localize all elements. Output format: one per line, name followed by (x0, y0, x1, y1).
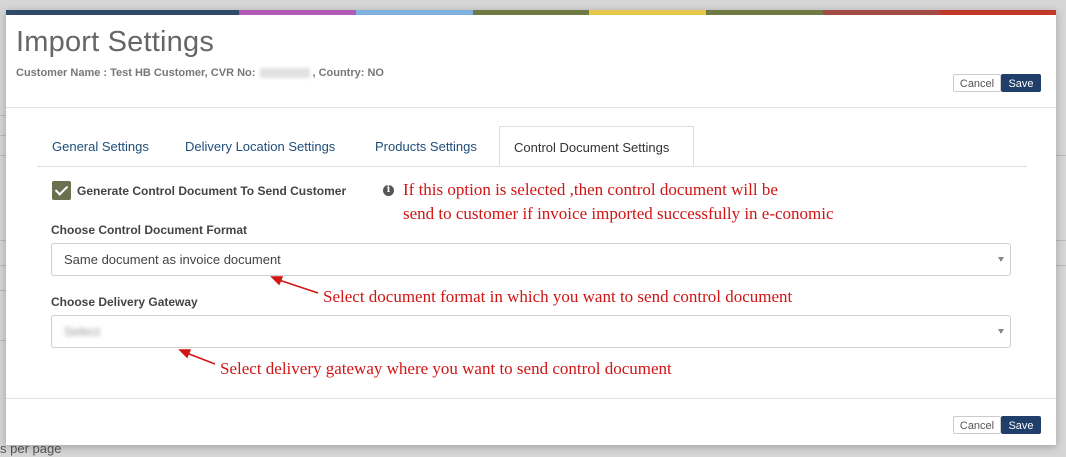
color-bar-segment (706, 10, 823, 15)
color-bar-segment (6, 10, 123, 15)
color-bar-segment (939, 10, 1057, 15)
tab-control-document-settings[interactable]: Control Document Settings (499, 126, 694, 166)
control-document-format-select[interactable]: Same document as invoice document (51, 243, 1011, 276)
settings-tabs: General Settings Delivery Location Setti… (37, 126, 1027, 167)
color-bar-segment (472, 10, 590, 15)
tab-delivery-location-settings[interactable]: Delivery Location Settings (185, 126, 335, 166)
annotation-checkbox-line2: send to customer if invoice imported suc… (403, 204, 834, 223)
save-button-bottom[interactable]: Save (1001, 416, 1041, 434)
gateway-selected-value: Select (64, 324, 101, 339)
header-divider (6, 107, 1056, 108)
delivery-gateway-select[interactable]: Select (51, 315, 1011, 348)
customer-prefix: Customer Name : Test HB Customer, CVR No… (16, 67, 256, 79)
customer-info: Customer Name : Test HB Customer, CVR No… (16, 67, 384, 79)
cvr-number-redacted (260, 68, 311, 79)
modal-title: Import Settings (16, 26, 215, 58)
color-bar-segment (822, 10, 940, 15)
tab-products-settings[interactable]: Products Settings (375, 126, 477, 166)
country-suffix: , Country: NO (312, 67, 384, 79)
control-document-format-label: Choose Control Document Format (51, 223, 248, 237)
color-bar-segment (589, 10, 707, 15)
delivery-gateway-label: Choose Delivery Gateway (51, 295, 198, 309)
bg-divider (1056, 155, 1066, 156)
cancel-button-top[interactable]: Cancel (953, 74, 1001, 92)
save-button-top[interactable]: Save (1001, 74, 1041, 92)
color-bar-segment (356, 10, 473, 15)
tab-general-settings[interactable]: General Settings (52, 126, 149, 166)
chevron-down-icon (998, 257, 1004, 262)
modal-color-bar (6, 10, 1057, 15)
bg-divider (1056, 240, 1066, 241)
annotation-checkbox-line1: If this option is selected ,then control… (403, 180, 778, 199)
chevron-down-icon (998, 329, 1004, 334)
footer-divider (6, 398, 1056, 399)
generate-control-document-checkbox[interactable] (52, 181, 71, 200)
bg-divider (1056, 265, 1066, 266)
color-bar-segment (122, 10, 240, 15)
color-bar-segment (239, 10, 357, 15)
info-circle-icon[interactable]: i (383, 185, 394, 196)
annotation-format: Select document format in which you want… (323, 287, 793, 306)
format-selected-value: Same document as invoice document (64, 252, 281, 267)
cancel-button-bottom[interactable]: Cancel (953, 416, 1001, 434)
generate-control-document-label: Generate Control Document To Send Custom… (77, 184, 347, 198)
annotation-gateway: Select delivery gateway where you want t… (220, 359, 672, 378)
